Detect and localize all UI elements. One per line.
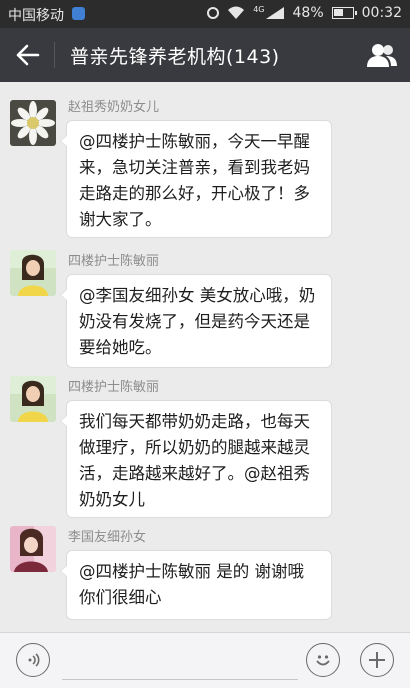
message-bubble[interactable]: 我们每天都带奶奶走路，也每天做理疗，所以奶奶的腿越来越灵活，走路越来越好了。@赵… <box>60 400 332 518</box>
message-bubble[interactable]: @四楼护士陈敏丽，今天一早醒来，急切关注普亲，看到我老妈走路走的那么好，开心极了… <box>60 120 332 238</box>
woman-yellow-avatar[interactable] <box>10 250 56 296</box>
carrier-name: 中国移动 <box>8 8 64 24</box>
title-divider <box>54 42 55 68</box>
message-bubble[interactable]: @四楼护士陈敏丽 是的 谢谢哦你们很细心 <box>60 550 332 620</box>
back-arrow-icon[interactable] <box>14 42 42 68</box>
sender-name: 赵祖秀奶奶女儿 <box>68 100 160 115</box>
title-bar: 普亲先锋养老机构(143) <box>0 28 410 82</box>
status-icons: 4G 48% 00:32 <box>207 5 402 21</box>
chat-input-bar <box>0 632 410 688</box>
sender-name: 李国友细孙女 <box>68 530 147 545</box>
status-bar: 中国移动 4G 48% 00:32 <box>0 0 410 28</box>
white-flower-avatar[interactable] <box>10 100 56 146</box>
sender-name: 四楼护士陈敏丽 <box>68 380 160 395</box>
battery-percent: 48% <box>292 5 324 21</box>
sender-name: 四楼护士陈敏丽 <box>68 254 160 269</box>
wifi-icon <box>228 6 245 19</box>
plus-icon[interactable] <box>360 643 394 677</box>
app-notification-icon <box>72 7 85 20</box>
girl-pink-avatar[interactable] <box>10 526 56 572</box>
battery-icon <box>331 7 357 19</box>
network-type: 4G <box>253 4 265 14</box>
voice-icon[interactable] <box>16 643 50 677</box>
message-input[interactable] <box>62 643 298 680</box>
signal-icon <box>265 7 284 19</box>
chat-title: 普亲先锋养老机构(143) <box>70 46 280 68</box>
woman-yellow-avatar[interactable] <box>10 376 56 422</box>
clock: 00:32 <box>361 5 402 21</box>
group-members-icon[interactable] <box>366 42 398 68</box>
alarm-icon <box>207 7 220 19</box>
message-bubble[interactable]: @李国友细孙女 美女放心哦，奶奶没有发烧了，但是药今天还是要给她吃。 <box>60 274 332 368</box>
emoji-icon[interactable] <box>306 643 340 677</box>
message-list[interactable]: 赵祖秀奶奶女儿 @四楼护士陈敏丽，今天一早醒来，急切关注普亲，看到我老妈走路走的… <box>0 82 410 632</box>
